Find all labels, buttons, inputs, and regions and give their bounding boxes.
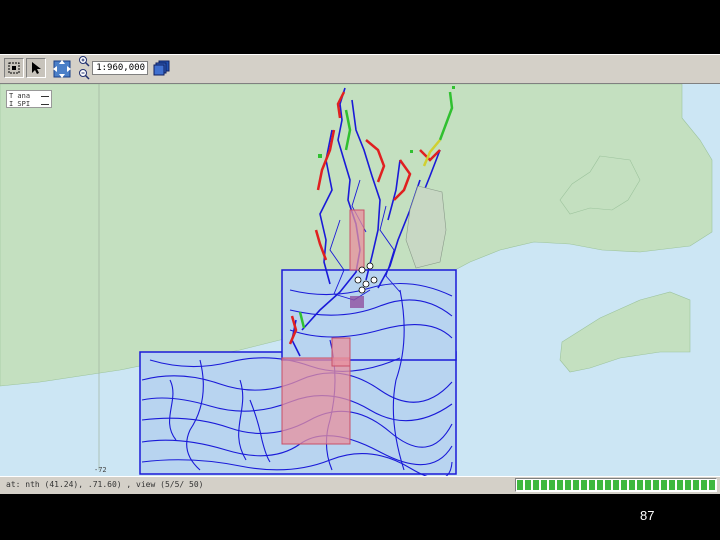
progress-segment bbox=[525, 480, 531, 490]
slide-page-number: 87 bbox=[640, 508, 655, 523]
progress-segment bbox=[669, 480, 675, 490]
map-canvas[interactable] bbox=[0, 84, 720, 476]
progress-segment bbox=[549, 480, 555, 490]
progress-segment bbox=[605, 480, 611, 490]
pan-icon bbox=[53, 60, 71, 78]
zoom-out-button[interactable] bbox=[77, 68, 91, 80]
progress-segment bbox=[709, 480, 715, 490]
zoom-in-button[interactable] bbox=[77, 55, 91, 67]
legend-label: I SPI bbox=[9, 100, 31, 108]
legend-line-symbol bbox=[41, 104, 49, 105]
progress-segment bbox=[613, 480, 619, 490]
progress-segment bbox=[637, 480, 643, 490]
legend-label: T ana bbox=[9, 92, 31, 100]
progress-segment bbox=[533, 480, 539, 490]
longitude-tick-label: -72 bbox=[94, 466, 107, 474]
progress-segment bbox=[597, 480, 603, 490]
select-region-button[interactable] bbox=[4, 58, 24, 78]
progress-segment bbox=[589, 480, 595, 490]
pointer-button[interactable] bbox=[26, 58, 46, 78]
progress-segment bbox=[701, 480, 707, 490]
progress-segment bbox=[661, 480, 667, 490]
progress-segment bbox=[693, 480, 699, 490]
progress-segment bbox=[581, 480, 587, 490]
pointer-icon bbox=[32, 62, 41, 74]
zoom-out-icon bbox=[79, 69, 90, 80]
progress-segment bbox=[629, 480, 635, 490]
progress-segment bbox=[645, 480, 651, 490]
progress-segment bbox=[541, 480, 547, 490]
progress-segment bbox=[557, 480, 563, 490]
loading-progress-bar bbox=[515, 478, 717, 492]
layers-icon bbox=[153, 60, 170, 76]
legend-line-symbol bbox=[41, 96, 49, 97]
progress-segment bbox=[517, 480, 523, 490]
progress-segment bbox=[573, 480, 579, 490]
legend-row: I SPI bbox=[9, 100, 49, 108]
progress-segment bbox=[677, 480, 683, 490]
coordinate-readout: at: nth (41.24), .71.60) , view (5/5/ 50… bbox=[6, 480, 204, 489]
map-legend: T ana I SPI bbox=[6, 90, 52, 108]
progress-segment bbox=[685, 480, 691, 490]
progress-segment bbox=[565, 480, 571, 490]
legend-row: T ana bbox=[9, 92, 49, 100]
map-svg bbox=[0, 84, 720, 476]
layers-button[interactable] bbox=[152, 58, 172, 78]
zoom-in-icon bbox=[79, 56, 90, 67]
scale-input[interactable]: 1:960,000 bbox=[92, 61, 148, 75]
progress-segment bbox=[621, 480, 627, 490]
progress-segment bbox=[653, 480, 659, 490]
pan-button[interactable] bbox=[50, 57, 74, 81]
select-region-icon bbox=[8, 62, 20, 74]
